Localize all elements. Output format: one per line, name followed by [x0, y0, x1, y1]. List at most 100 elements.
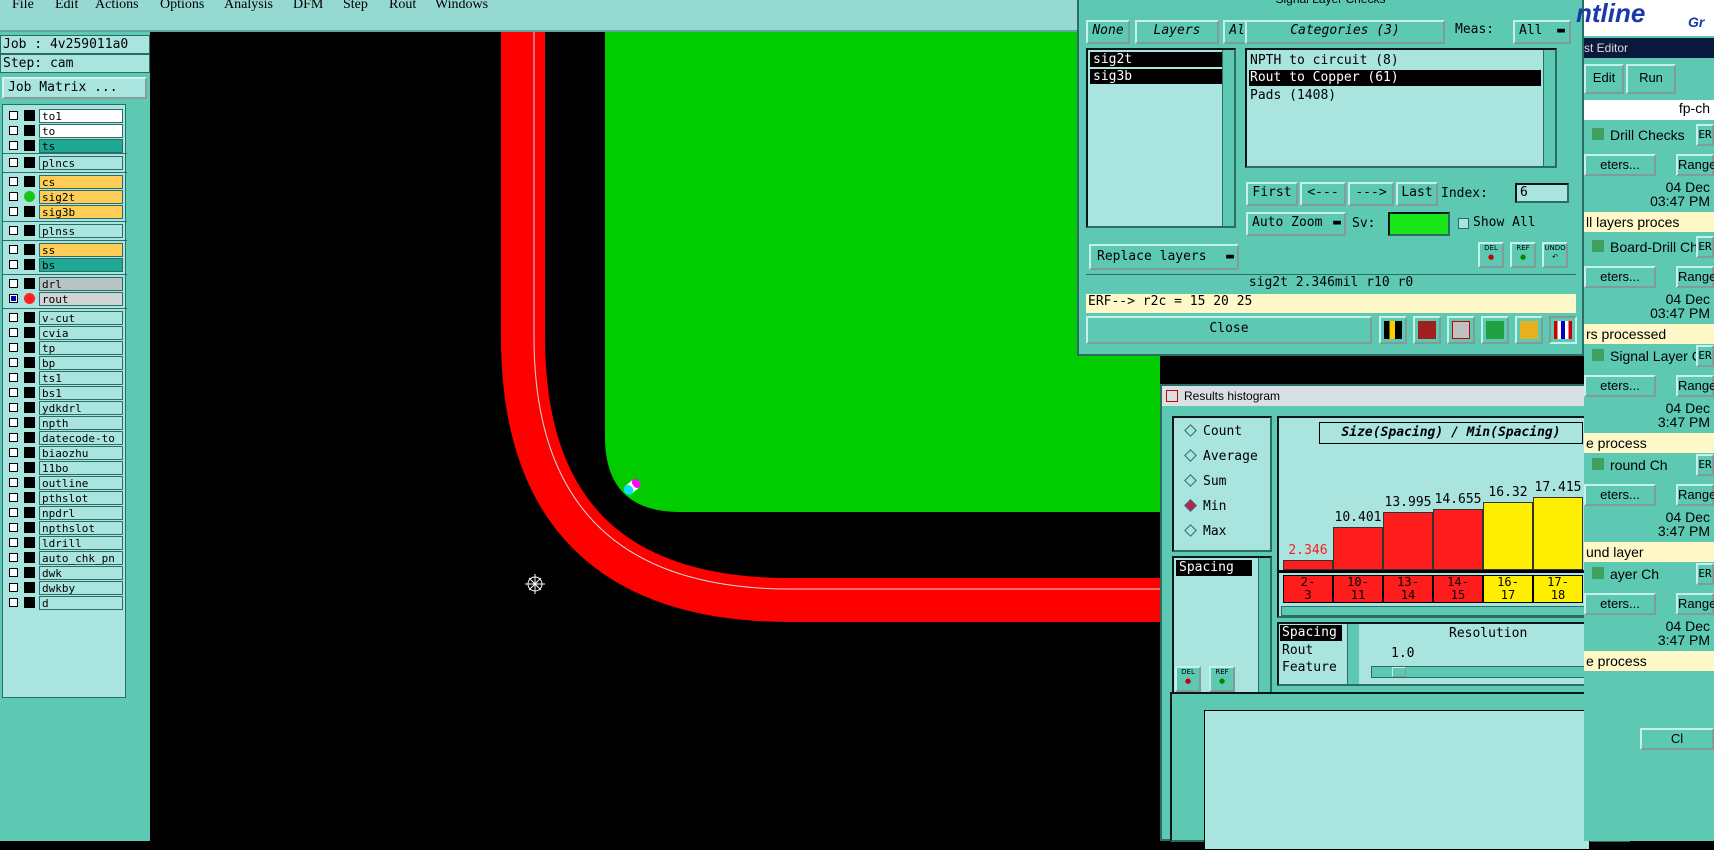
layer-checkbox[interactable]	[9, 568, 18, 577]
del-button[interactable]: DEL ●	[1478, 242, 1504, 268]
layer-checkbox[interactable]	[9, 328, 18, 337]
layer-display-dot[interactable]	[24, 225, 35, 236]
layer-checkbox[interactable]	[9, 177, 18, 186]
layer-name[interactable]: ts1	[39, 371, 123, 385]
layers-list[interactable]: sig2t sig3b	[1086, 48, 1236, 228]
layer-display-dot[interactable]	[24, 477, 35, 488]
layer-row[interactable]: d	[3, 595, 127, 610]
layer-display-dot[interactable]	[24, 552, 35, 563]
layer-checkbox[interactable]	[9, 463, 18, 472]
layer-checkbox[interactable]	[9, 111, 18, 120]
layer-name[interactable]: bs	[39, 258, 123, 272]
layer-display-dot[interactable]	[24, 191, 35, 202]
edit-menu[interactable]: Edit	[1584, 64, 1624, 94]
show-all-checkbox[interactable]	[1458, 218, 1469, 229]
layer-checkbox[interactable]	[9, 418, 18, 427]
histogram-bar[interactable]	[1533, 497, 1583, 570]
layer-row[interactable]: to	[3, 123, 127, 138]
layer-checkbox[interactable]	[9, 158, 18, 167]
next-button[interactable]: --->	[1348, 182, 1394, 206]
layer-row[interactable]: ts	[3, 138, 127, 153]
index-field[interactable]: 6	[1515, 183, 1569, 203]
layer-display-dot[interactable]	[24, 244, 35, 255]
menu-edit[interactable]: Edit	[55, 0, 78, 13]
menu-rout[interactable]: Rout	[389, 0, 416, 13]
layer-checkbox[interactable]	[9, 126, 18, 135]
histogram-bar[interactable]	[1383, 512, 1433, 570]
layer-checkbox[interactable]	[9, 245, 18, 254]
layer-checkbox[interactable]	[9, 207, 18, 216]
item-row[interactable]: ayer Ch	[1584, 563, 1714, 585]
menu-options[interactable]: Options	[160, 0, 204, 13]
layer-checkbox[interactable]	[9, 373, 18, 382]
layer-name[interactable]: 11bo	[39, 461, 123, 475]
board-view[interactable]	[150, 32, 1160, 841]
menu-actions[interactable]: Actions	[95, 0, 139, 13]
categories-list[interactable]: NPTH to circuit (8) Rout to Copper (61) …	[1245, 48, 1557, 168]
layer-name[interactable]: ldrill	[39, 536, 123, 550]
menu-file[interactable]: File	[12, 0, 34, 13]
er-button[interactable]: ER	[1696, 345, 1714, 367]
layer-row[interactable]: npdrl	[3, 505, 127, 520]
mode-radio-sum[interactable]: Sum	[1184, 474, 1226, 489]
layer-row[interactable]: sig3b	[3, 204, 127, 219]
layer-row[interactable]: npthslot	[3, 520, 127, 535]
layer-name[interactable]: pthslot	[39, 491, 123, 505]
layer-name[interactable]: d	[39, 596, 123, 610]
layer-display-dot[interactable]	[24, 522, 35, 533]
layer-row[interactable]: npth	[3, 415, 127, 430]
list-tool-icon[interactable]	[1515, 316, 1543, 344]
layer-row[interactable]: cvia	[3, 325, 127, 340]
hist-del-button[interactable]: DEL ●	[1175, 666, 1201, 692]
range-button[interactable]: Range	[1676, 154, 1714, 176]
auto-zoom-dropdown[interactable]: Auto Zoom ▬	[1246, 212, 1346, 236]
layer-display-dot[interactable]	[24, 259, 35, 270]
layer-display-dot[interactable]	[24, 537, 35, 548]
layer-row[interactable]: auto_chk_pn	[3, 550, 127, 565]
parameters-button[interactable]: eters...	[1584, 484, 1656, 506]
layer-checkbox[interactable]	[9, 294, 18, 303]
close-button[interactable]: Close	[1086, 316, 1372, 344]
layer-name[interactable]: to1	[39, 109, 123, 123]
layer-name[interactable]: rout	[39, 292, 123, 306]
meas-dropdown[interactable]: All ▬	[1513, 20, 1571, 44]
attr-scrollbar[interactable]	[1347, 624, 1359, 684]
layer-checkbox[interactable]	[9, 403, 18, 412]
layer-name[interactable]: dwk	[39, 566, 123, 580]
layer-name[interactable]: tp	[39, 341, 123, 355]
layer-display-dot[interactable]	[24, 278, 35, 289]
layer-display-dot[interactable]	[24, 125, 35, 136]
layer-name[interactable]: npdrl	[39, 506, 123, 520]
categories-scrollbar[interactable]	[1543, 50, 1555, 166]
range-button[interactable]: Range	[1676, 375, 1714, 397]
layer-checkbox[interactable]	[9, 433, 18, 442]
layer-display-dot[interactable]	[24, 206, 35, 217]
layer-display-dot[interactable]	[24, 582, 35, 593]
item-row[interactable]: Drill Checks	[1584, 124, 1714, 146]
range-button[interactable]: Range	[1676, 266, 1714, 288]
close-button-right[interactable]: Cl	[1640, 728, 1714, 750]
layer-name[interactable]: npth	[39, 416, 123, 430]
layer-checkbox[interactable]	[9, 388, 18, 397]
graphics-canvas[interactable]	[150, 32, 1160, 841]
histogram-bar[interactable]	[1333, 527, 1383, 570]
replace-layers-dropdown[interactable]: Replace layers ▬	[1089, 244, 1239, 270]
job-matrix-button[interactable]: Job Matrix ...	[2, 77, 147, 99]
chart-tool-icon[interactable]	[1379, 316, 1407, 344]
layer-name[interactable]: to	[39, 124, 123, 138]
sv-dropdown[interactable]	[1388, 212, 1450, 236]
er-button[interactable]: ER	[1696, 236, 1714, 258]
layer-name[interactable]: sig2t	[39, 190, 123, 204]
layer-checkbox[interactable]	[9, 313, 18, 322]
layer-row[interactable]: ydkdrl	[3, 400, 127, 415]
parameters-button[interactable]: eters...	[1584, 266, 1656, 288]
layer-row[interactable]: outline	[3, 475, 127, 490]
layers-scrollbar[interactable]	[1222, 50, 1234, 226]
layer-row[interactable]: v-cut	[3, 310, 127, 325]
histogram-tool-icon[interactable]	[1549, 316, 1577, 344]
layer-name[interactable]: sig3b	[39, 205, 123, 219]
layer-display-dot[interactable]	[24, 176, 35, 187]
numbering-tool-icon[interactable]	[1481, 316, 1509, 344]
layer-name[interactable]: auto_chk_pn	[39, 551, 123, 565]
mode-radio-count[interactable]: Count	[1184, 424, 1242, 439]
